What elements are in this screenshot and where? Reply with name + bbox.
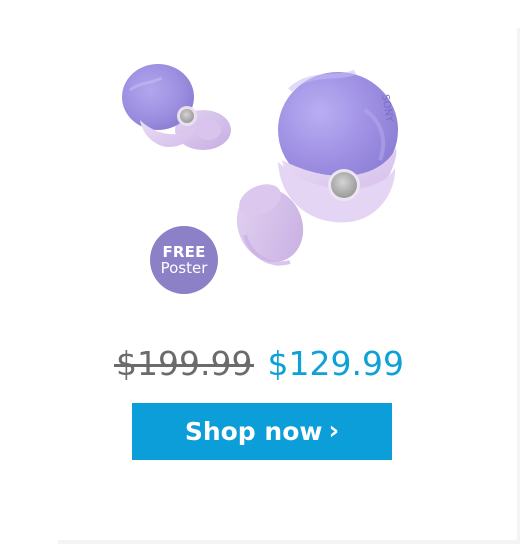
badge-line-poster: Poster xyxy=(160,258,208,277)
original-price: $199.99 xyxy=(113,340,255,388)
shop-now-label: Shop now xyxy=(184,417,323,446)
free-poster-badge: FREE Poster xyxy=(150,226,218,294)
sale-price: $129.99 xyxy=(267,344,405,383)
price-row: $199.99 $129.99 xyxy=(0,340,520,390)
small-earbud xyxy=(122,64,231,150)
badge-line-free: FREE xyxy=(162,242,206,261)
card-edge-bottom xyxy=(58,540,520,544)
shop-now-button[interactable]: Shop now › xyxy=(132,403,392,460)
chevron-right-icon: › xyxy=(328,415,340,446)
promo-card: SONY FREE Poster $199.99 $129.99 Shop no… xyxy=(0,0,520,544)
large-earbud: SONY xyxy=(236,69,398,266)
